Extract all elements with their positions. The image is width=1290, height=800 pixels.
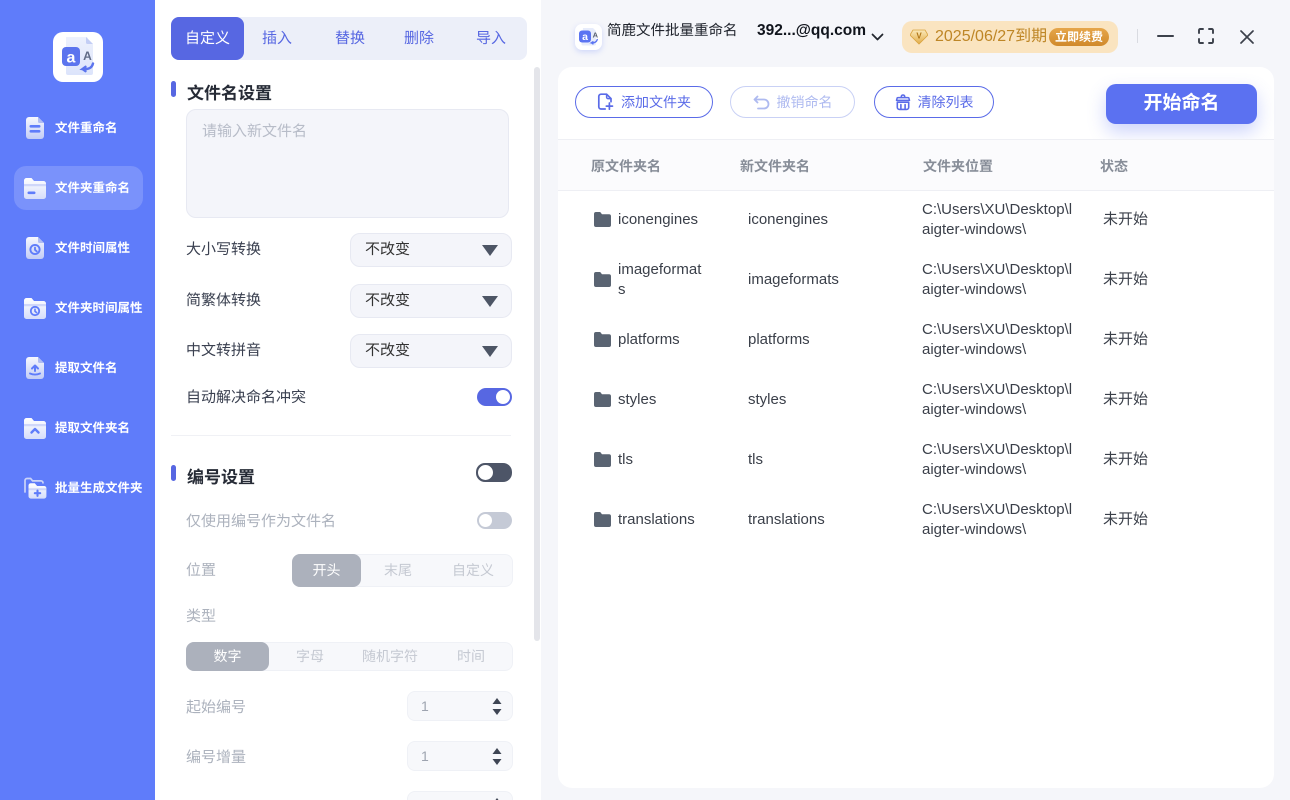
svg-text:a: a <box>582 31 588 43</box>
svg-text:a: a <box>67 50 76 67</box>
svg-text:A: A <box>593 31 599 40</box>
svg-text:A: A <box>83 49 92 63</box>
svg-text:V: V <box>916 32 922 41</box>
